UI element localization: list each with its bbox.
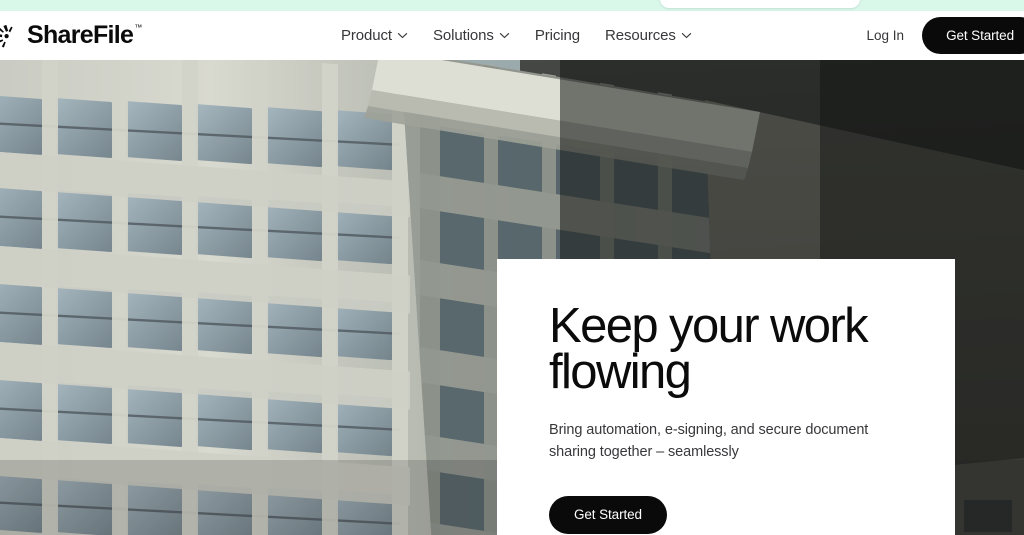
brand-logo[interactable]: ShareFile™ bbox=[0, 21, 142, 51]
page-root: ShareFile™ Product Solutions Pricing Res… bbox=[0, 0, 1024, 535]
trademark-symbol: ™ bbox=[134, 23, 142, 32]
nav-item-solutions[interactable]: Solutions bbox=[433, 28, 510, 43]
chevron-down-icon bbox=[499, 32, 510, 39]
nav-item-resources[interactable]: Resources bbox=[605, 28, 692, 43]
chevron-down-icon bbox=[397, 32, 408, 39]
announcement-bar bbox=[0, 0, 1024, 11]
hero-title: Keep your work flowing bbox=[549, 299, 869, 400]
login-link[interactable]: Log In bbox=[867, 29, 905, 43]
sharefile-burst-icon bbox=[0, 24, 13, 47]
chevron-down-icon bbox=[681, 32, 692, 39]
hero-section: Keep your work flowing Bring automation,… bbox=[0, 60, 1024, 535]
nav-item-pricing[interactable]: Pricing bbox=[535, 28, 580, 43]
site-header: ShareFile™ Product Solutions Pricing Res… bbox=[0, 11, 1024, 60]
header-get-started-button[interactable]: Get Started bbox=[922, 17, 1024, 54]
nav-item-label: Resources bbox=[604, 27, 676, 44]
nav-item-label: Solutions bbox=[433, 27, 494, 44]
nav-item-label: Product bbox=[341, 27, 392, 44]
hero-subtitle: Bring automation, e-signing, and secure … bbox=[549, 422, 869, 460]
main-navigation: Product Solutions Pricing Resources bbox=[341, 11, 692, 60]
nav-item-label: Pricing bbox=[534, 27, 580, 44]
hero-get-started-button[interactable]: Get Started bbox=[549, 495, 667, 534]
announcement-pill[interactable] bbox=[660, 0, 860, 8]
header-actions: Log In Get Started bbox=[867, 11, 1024, 60]
hero-card: Keep your work flowing Bring automation,… bbox=[497, 259, 955, 535]
nav-item-product[interactable]: Product bbox=[341, 28, 408, 43]
brand-name: ShareFile™ bbox=[27, 21, 142, 49]
